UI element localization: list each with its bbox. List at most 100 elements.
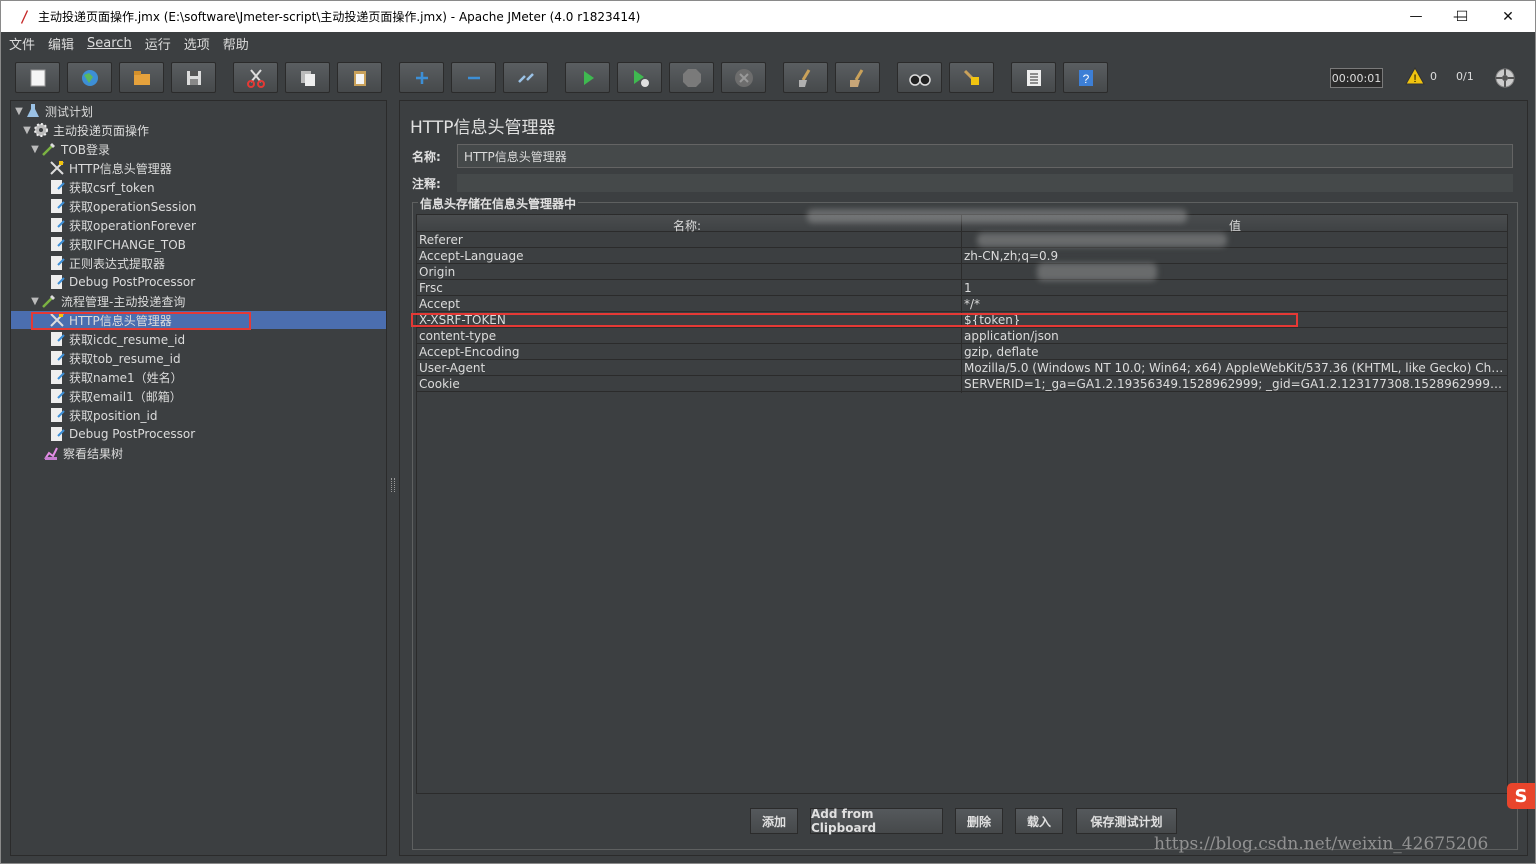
shutdown-button[interactable] [721,62,766,93]
table-row[interactable]: Accept-Encoding gzip, deflate [417,344,1507,360]
add-from-clipboard-button[interactable]: Add from Clipboard [810,807,943,835]
clear-icon [798,68,810,87]
group-title: 信息头存储在信息头管理器中 [418,195,579,212]
templates-button[interactable] [67,62,112,93]
stop-button[interactable] [669,62,714,93]
menu-file[interactable]: 文件 [3,34,41,53]
tree-node-extractor[interactable]: 获取csrf_token [49,178,155,196]
tree-node-thread-group[interactable]: ▼ 主动投递页面操作 [21,121,149,139]
start-button[interactable] [565,62,610,93]
warning-icon: ! [1405,67,1425,85]
expand-all-button[interactable] [399,62,444,93]
new-button[interactable] [15,62,60,93]
headers-table: 名称: 值 Referer Accept-Language zh-CN,zh;q=… [416,209,1508,794]
tree-node-extractor[interactable]: 获取email1（邮箱） [49,387,182,405]
header-manager-panel: HTTP信息头管理器 名称: HTTP信息头管理器 注释: 信息头存储在信息头管… [399,100,1528,856]
collapse-all-button[interactable] [451,62,496,93]
extractor-icon [51,408,65,422]
tree-node-label: 获取email1（邮箱） [69,389,182,404]
minimize-control[interactable]: — [1393,1,1439,32]
panel-splitter[interactable] [389,100,397,856]
add-button[interactable]: 添加 [750,808,798,834]
menu-help[interactable]: 帮助 [217,34,255,53]
start-no-pauses-button[interactable] [617,62,662,93]
jmeter-window: 主动投递页面操作.jmx (E:\software\Jmeter-script\… [0,0,1536,864]
tree-node-label: 获取tob_resume_id [69,351,181,366]
tree-node-label: HTTP信息头管理器 [69,161,172,176]
open-icon [133,70,150,85]
menu-run[interactable]: 运行 [139,34,177,53]
sogou-ime-icon[interactable]: S [1507,783,1535,809]
table-row[interactable]: Origin [417,264,1507,280]
tree-node-tob-login[interactable]: ▼ TOB登录 [29,140,110,158]
tree-node-extractor[interactable]: 正则表达式提取器 [49,254,165,272]
help-button[interactable]: ? [1063,62,1108,93]
name-field[interactable]: HTTP信息头管理器 [457,144,1513,168]
expand-icon [415,71,428,84]
tree-node-extractor[interactable]: 获取icdc_resume_id [49,330,185,348]
tree-node-extractor[interactable]: Debug PostProcessor [49,425,195,443]
test-plan-icon [27,104,39,117]
tree-node-extractor[interactable]: 获取operationForever [49,216,196,234]
expand-arrow-icon[interactable]: ▼ [29,144,41,155]
save-button[interactable] [171,62,216,93]
tree-node-label: 获取operationSession [69,199,197,214]
svg-text:!: ! [1413,73,1416,85]
extractor-icon [51,180,65,194]
comment-field[interactable] [457,174,1513,192]
table-row[interactable]: content-type application/json [417,328,1507,344]
tree-node-extractor[interactable]: 获取name1（姓名） [49,368,183,386]
reset-search-button[interactable] [949,62,994,93]
close-control[interactable]: ✕ [1485,1,1531,32]
clear-all-button[interactable] [835,62,880,93]
delete-button[interactable]: 删除 [955,808,1003,834]
toggle-button[interactable] [503,62,548,93]
extractor-icon [51,332,65,346]
search-button[interactable] [897,62,942,93]
tree-node-test-plan[interactable]: ▼ 测试计划 [13,102,93,120]
paste-button[interactable] [337,62,382,93]
menu-options[interactable]: 选项 [178,34,216,53]
tree-node-extractor[interactable]: 获取operationSession [49,197,196,215]
load-button[interactable]: 载入 [1015,808,1063,834]
tree-node-process-query[interactable]: ▼ 流程管理-主动投递查询 [29,292,185,310]
copy-button[interactable] [285,62,330,93]
tree-node-label: 获取operationForever [69,218,196,233]
start-icon [583,70,594,85]
table-row[interactable]: Referer [417,232,1507,248]
table-row[interactable]: Frsc 1 [417,280,1507,296]
clear-all-icon [849,68,863,87]
tree-node-extractor[interactable]: 获取tob_resume_id [49,349,181,367]
tree-node-extractor[interactable]: 获取position_id [49,406,157,424]
thread-group-icon [34,123,48,137]
tree-node-extractor[interactable]: Debug PostProcessor [49,273,195,291]
expand-arrow-icon[interactable]: ▼ [29,296,41,307]
selection-highlight-box [31,312,251,330]
tree-node-label: TOB登录 [61,142,111,157]
menu-edit[interactable]: 编辑 [42,34,80,53]
maximize-control[interactable]: ☐ [1439,1,1485,32]
name-label: 名称: [412,150,441,164]
save-test-plan-button[interactable]: 保存测试计划 [1076,808,1177,834]
clear-button[interactable] [783,62,828,93]
table-row[interactable]: Cookie SERVERID=1;_ga=GA1.2.19356349.1528… [417,376,1507,392]
tree-node-label: Debug PostProcessor [69,427,196,441]
open-button[interactable] [119,62,164,93]
expand-arrow-icon[interactable]: ▼ [13,106,25,117]
tree-node-label: 主动投递页面操作 [53,123,150,138]
tree-node-header-manager[interactable]: HTTP信息头管理器 [49,159,172,177]
tree-node-results-tree[interactable]: 察看结果树 [43,444,123,462]
header-manager-tools-icon [50,161,64,175]
expand-arrow-icon[interactable]: ▼ [21,125,33,136]
toolbar: ? 00:00:01 ! 0 0/1 [2,54,1528,99]
table-row[interactable]: Accept-Language zh-CN,zh;q=0.9 [417,248,1507,264]
toggle-icon [517,72,534,83]
table-row[interactable]: Accept */* [417,296,1507,312]
listener-chart-icon [44,447,58,460]
cut-button[interactable] [233,62,278,93]
tree-node-label: 察看结果树 [63,446,124,461]
function-helper-button[interactable] [1011,62,1056,93]
menu-search[interactable]: Search [81,36,138,51]
tree-node-extractor[interactable]: 获取IFCHANGE_TOB [49,235,186,253]
table-row[interactable]: User-Agent Mozilla/5.0 (Windows NT 10.0; … [417,360,1507,376]
